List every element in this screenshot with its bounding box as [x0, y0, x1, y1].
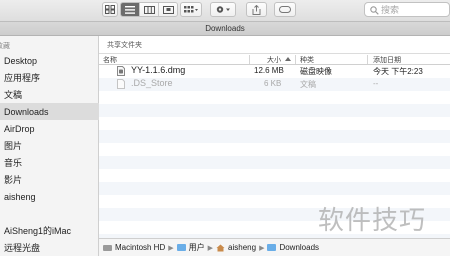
column-header-kind[interactable]: 种类	[300, 55, 314, 65]
sidebar-item-downloads[interactable]: Downloads	[0, 103, 99, 120]
tag-icon	[279, 6, 291, 13]
search-icon	[370, 6, 379, 15]
finder-window: 搜索 Downloads 收藏 Desktop 应用程序 文稿 Download…	[0, 0, 450, 256]
disk-image-icon	[117, 66, 125, 76]
arrange-button[interactable]	[180, 2, 202, 17]
sidebar: 收藏 Desktop 应用程序 文稿 Downloads AirDrop 图片 …	[0, 36, 99, 256]
arrange-grid-icon	[184, 5, 198, 12]
search-field[interactable]: 搜索	[364, 2, 450, 17]
file-size: 12.6 MB	[254, 66, 284, 75]
downloads-folder-icon	[267, 244, 277, 251]
coverflow-view-icon	[162, 5, 174, 14]
column-header-row: 名称 大小 种类 添加日期	[99, 53, 450, 65]
empty-row	[99, 104, 450, 117]
sidebar-item-documents[interactable]: 文稿	[0, 86, 99, 103]
path-item-downloads[interactable]: Downloads	[267, 243, 319, 252]
view-mode-segment	[120, 2, 178, 17]
table-row[interactable]: .DS_Store 6 KB 文稿 --	[99, 78, 450, 91]
sidebar-item-label: 影片	[4, 175, 23, 185]
sidebar-header-favorites: 收藏	[0, 43, 10, 50]
path-item-label: Downloads	[279, 243, 320, 252]
path-item-label: aisheng	[228, 243, 257, 252]
icon-view-icon	[105, 5, 115, 14]
sidebar-item-pictures[interactable]: 图片	[0, 137, 99, 154]
column-header-name[interactable]: 名称	[103, 55, 117, 65]
sidebar-item-label: 应用程序	[4, 73, 41, 83]
empty-row	[99, 156, 450, 169]
column-header-date[interactable]: 添加日期	[373, 55, 401, 65]
window-title-bar: Downloads	[0, 21, 450, 36]
empty-row	[99, 169, 450, 182]
sidebar-item-movies[interactable]: 影片	[0, 171, 99, 188]
column-header-size[interactable]: 大小	[267, 55, 281, 65]
sidebar-item-desktop[interactable]: Desktop	[0, 52, 99, 69]
toolbar: 搜索	[0, 0, 450, 21]
hard-drive-icon	[103, 244, 112, 251]
list-view-icon	[125, 5, 135, 14]
sidebar-item-label: AirDrop	[4, 123, 35, 134]
window-title: Downloads	[205, 24, 245, 33]
sidebar-item-airdrop[interactable]: AirDrop	[0, 120, 99, 137]
folder-icon	[176, 244, 186, 251]
home-icon	[216, 244, 225, 251]
sidebar-item-label: 音乐	[4, 158, 23, 168]
file-date-added: 今天 下午2:23	[373, 67, 423, 76]
column-divider[interactable]	[249, 55, 250, 64]
file-size: 6 KB	[264, 79, 282, 88]
path-bar: Macintosh HD ▶ 用户 ▶ aisheng ▶ Downloads	[99, 238, 450, 256]
sidebar-item-home[interactable]: aisheng	[0, 188, 99, 205]
search-placeholder: 搜索	[381, 5, 400, 15]
column-divider[interactable]	[295, 55, 296, 64]
share-button[interactable]	[246, 2, 267, 17]
action-button[interactable]	[210, 2, 236, 17]
list-view-button[interactable]	[121, 3, 140, 16]
file-kind: 磁盘映像	[300, 67, 332, 76]
document-icon	[117, 79, 125, 89]
sort-ascending-icon	[285, 57, 291, 61]
empty-row	[99, 130, 450, 143]
sidebar-item-applications[interactable]: 应用程序	[0, 69, 99, 86]
empty-row	[99, 91, 450, 104]
share-icon	[252, 4, 261, 15]
file-name: .DS_Store	[131, 78, 173, 88]
sidebar-item-label: aisheng	[4, 191, 36, 202]
empty-row	[99, 182, 450, 195]
watermark: 软件技巧	[318, 206, 427, 236]
path-item-home[interactable]: aisheng	[216, 243, 256, 252]
chevron-right-icon: ▶	[207, 244, 214, 252]
file-date-added: --	[373, 79, 379, 88]
column-view-icon	[143, 5, 155, 14]
view-icon-button[interactable]	[102, 2, 118, 17]
sidebar-item-remote-disc[interactable]: 远程光盘	[0, 239, 99, 256]
table-row[interactable]: YY-1.1.6.dmg 12.6 MB 磁盘映像 今天 下午2:23	[99, 65, 450, 78]
gear-icon	[216, 6, 230, 13]
path-item-label: Macintosh HD	[115, 243, 166, 252]
sidebar-item-label: Downloads	[4, 106, 49, 117]
file-kind: 文稿	[300, 80, 316, 89]
path-item-macintosh-hd[interactable]: Macintosh HD	[103, 243, 165, 252]
column-divider[interactable]	[367, 55, 368, 64]
chevron-right-icon: ▶	[168, 244, 174, 252]
column-view-button[interactable]	[140, 3, 159, 16]
sidebar-item-imac[interactable]: AiSheng1的iMac	[0, 222, 99, 239]
section-label: 共享文件夹	[107, 42, 142, 49]
file-name: YY-1.1.6.dmg	[131, 65, 186, 75]
sidebar-item-label: 远程光盘	[4, 243, 41, 253]
path-item-label: 用户	[188, 243, 205, 252]
sidebar-item-label: AiSheng1的iMac	[4, 226, 72, 236]
path-item-users[interactable]: 用户	[176, 242, 205, 253]
coverflow-view-button[interactable]	[159, 3, 177, 16]
sidebar-item-label: Desktop	[4, 55, 38, 66]
chevron-right-icon: ▶	[259, 244, 265, 252]
sidebar-item-label: 文稿	[4, 90, 23, 100]
sidebar-item-music[interactable]: 音乐	[0, 154, 99, 171]
empty-row	[99, 143, 450, 156]
empty-row	[99, 117, 450, 130]
sidebar-item-label: 图片	[4, 141, 23, 151]
tags-button[interactable]	[274, 2, 296, 17]
